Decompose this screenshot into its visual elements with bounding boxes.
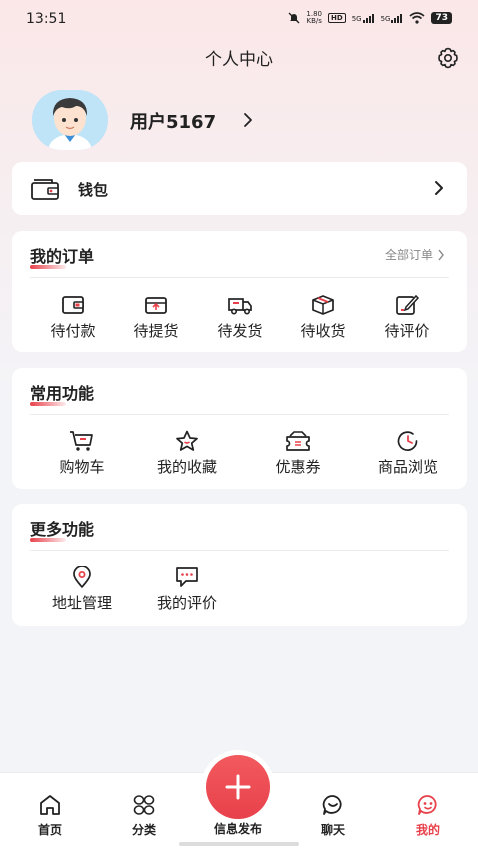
browsing-history-button[interactable]: 商品浏览 (368, 430, 448, 477)
wifi-icon (409, 12, 425, 24)
common-functions-title-text: 常用功能 (30, 384, 95, 403)
mute-icon (288, 12, 300, 24)
order-item-label: 待付款 (50, 322, 96, 340)
package-icon (312, 295, 334, 315)
category-icon (133, 795, 155, 815)
gear-icon[interactable] (436, 46, 460, 70)
order-pending-review[interactable]: 待评价 (367, 294, 447, 341)
section-divider (30, 550, 449, 551)
avatar-boy-icon (32, 90, 108, 150)
edit-review-icon (396, 294, 420, 315)
status-bar: 13:51 1.80 KB/s HD 5G 5G 73 (0, 0, 478, 38)
publish-button[interactable] (206, 755, 270, 819)
order-item-label: 待收货 (300, 322, 346, 340)
signal-label-2: 5G (380, 14, 391, 23)
shopping-cart-button[interactable]: 购物车 (42, 430, 122, 477)
wallet-pay-icon (62, 296, 84, 314)
network-speed-unit: KB/s (306, 17, 322, 25)
nav-chat[interactable]: 聊天 (303, 793, 363, 838)
wallet-label: 钱包 (78, 181, 109, 199)
orders-section: 我的订单 全部订单 待付款 待提货 待发货 待收货 待评价 (12, 231, 467, 352)
network-speed: 1.80 KB/s (306, 11, 322, 25)
coupon-icon (286, 431, 310, 451)
section-divider (30, 414, 449, 415)
order-item-label: 待提货 (133, 322, 179, 340)
common-functions-title: 常用功能 (30, 380, 95, 406)
my-favorites-button[interactable]: 我的收藏 (147, 430, 227, 477)
nav-label: 聊天 (320, 823, 345, 837)
order-pending-receipt[interactable]: 待收货 (283, 294, 363, 341)
home-icon (40, 795, 60, 815)
orders-title: 我的订单 (30, 243, 95, 269)
battery-icon: 73 (431, 12, 452, 24)
order-item-label: 待发货 (217, 322, 263, 340)
all-orders-label: 全部订单 (384, 248, 433, 262)
function-label: 地址管理 (51, 594, 112, 612)
username[interactable]: 用户5167 (130, 108, 216, 134)
star-icon (176, 430, 198, 451)
more-functions-section: 更多功能 地址管理 我的评价 (12, 504, 467, 626)
page-title: 个人中心 (205, 50, 273, 70)
chevron-right-icon (438, 249, 444, 260)
function-label: 优惠券 (275, 458, 321, 476)
nav-home[interactable]: 首页 (20, 793, 80, 838)
order-item-label: 待评价 (384, 322, 430, 340)
cart-icon (70, 431, 93, 451)
function-label: 购物车 (59, 458, 105, 476)
chevron-right-icon[interactable] (242, 112, 254, 128)
nav-label: 分类 (131, 823, 156, 837)
wallet-icon (31, 179, 59, 200)
more-functions-title-text: 更多功能 (30, 520, 95, 539)
nav-label: 我的 (415, 823, 440, 837)
publish-label[interactable]: 信息发布 (196, 820, 280, 837)
signal-icon: 5G (351, 13, 375, 23)
chat-face-icon (322, 795, 342, 815)
section-divider (30, 277, 449, 278)
clock-icon (397, 431, 418, 451)
common-functions-section: 常用功能 购物车 我的收藏 优惠券 商品浏览 (12, 368, 467, 489)
address-management-button[interactable]: 地址管理 (42, 566, 122, 613)
all-orders-link[interactable]: 全部订单 (385, 246, 445, 263)
status-time: 13:51 (26, 11, 67, 27)
order-pending-shipment[interactable]: 待发货 (200, 294, 280, 341)
wallet-row[interactable]: 钱包 (12, 162, 467, 215)
truck-icon (228, 298, 252, 315)
profile-face-icon (417, 795, 437, 815)
nav-category[interactable]: 分类 (114, 793, 174, 838)
plus-icon (225, 774, 251, 800)
signal-icon-2: 5G (380, 13, 404, 23)
nav-label: 首页 (37, 823, 62, 837)
coupons-button[interactable]: 优惠券 (258, 430, 338, 477)
function-label: 我的评价 (156, 594, 217, 612)
location-pin-icon (73, 566, 91, 588)
my-reviews-button[interactable]: 我的评价 (147, 566, 227, 613)
signal-label-1: 5G (351, 14, 362, 23)
chat-bubble-icon (176, 567, 198, 587)
more-functions-title: 更多功能 (30, 516, 95, 542)
status-icons: 1.80 KB/s HD 5G 5G 73 (288, 11, 452, 25)
avatar[interactable] (32, 90, 108, 150)
pickup-icon (145, 297, 167, 314)
orders-title-text: 我的订单 (30, 247, 95, 266)
order-pending-payment[interactable]: 待付款 (33, 294, 113, 341)
home-indicator (179, 842, 299, 846)
nav-mine[interactable]: 我的 (398, 793, 458, 838)
function-label: 我的收藏 (156, 458, 217, 476)
order-pending-pickup[interactable]: 待提货 (116, 294, 196, 341)
hd-icon: HD (328, 13, 346, 23)
function-label: 商品浏览 (377, 458, 438, 476)
chevron-right-icon (435, 181, 443, 195)
